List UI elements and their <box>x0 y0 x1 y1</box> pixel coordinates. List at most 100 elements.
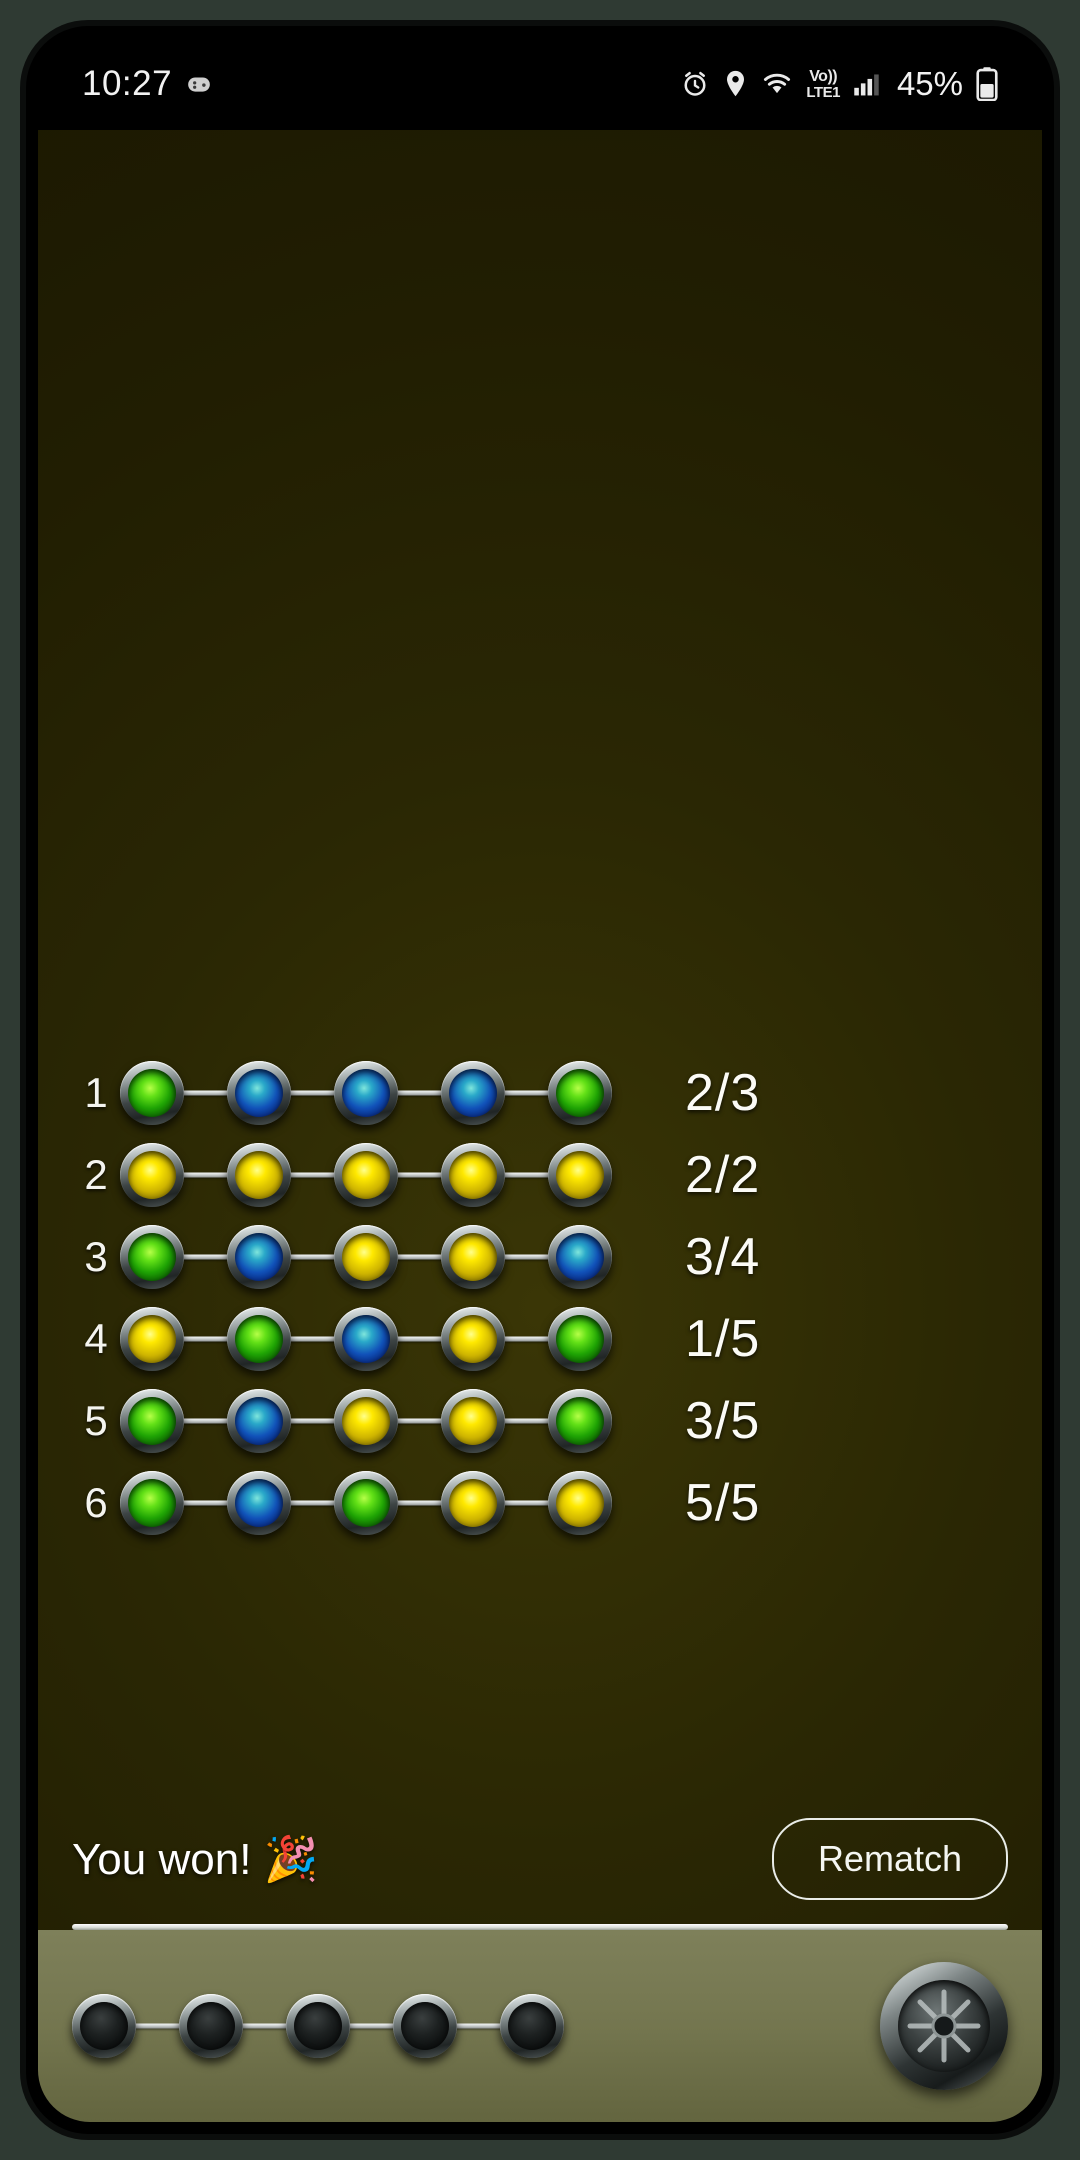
peg-slot <box>441 1462 565 1544</box>
row-pegs <box>120 1216 655 1298</box>
peg-slot <box>120 1052 244 1134</box>
row-pegs <box>120 1298 655 1380</box>
game-area: 1 2/3 2 2/2 3 3/4 4 1/5 5 3/5 6 5/5 You won! 🎉 Rema… <box>38 130 1042 2030</box>
peg-yellow <box>441 1389 505 1453</box>
peg-slot <box>334 1216 458 1298</box>
row-pegs <box>120 1380 655 1462</box>
volte-icon: Vo)) LTE1 <box>806 67 840 101</box>
peg-light <box>342 1151 390 1199</box>
tray-peg-slot[interactable] <box>72 1985 196 2067</box>
tray-peg-slot[interactable] <box>179 1985 303 2067</box>
guess-board: 1 2/3 2 2/2 3 3/4 4 1/5 5 3/5 6 5/5 <box>38 1052 1042 1544</box>
tray-peg-empty[interactable] <box>72 1994 136 2058</box>
current-guess-pegs[interactable] <box>72 1985 607 2067</box>
tray-peg-slot[interactable] <box>286 1985 410 2067</box>
board-row: 4 1/5 <box>72 1298 1008 1380</box>
peg-slot <box>334 1052 458 1134</box>
peg-light <box>508 2002 556 2050</box>
peg-yellow <box>120 1307 184 1371</box>
peg-slot <box>548 1134 655 1216</box>
board-row: 3 3/4 <box>72 1216 1008 1298</box>
board-row: 1 2/3 <box>72 1052 1008 1134</box>
peg-slot <box>227 1134 351 1216</box>
peg-light <box>235 1397 283 1445</box>
row-number: 1 <box>84 1069 108 1116</box>
peg-slot <box>548 1380 655 1462</box>
phone-frame: 10:27 Vo)) LTE1 45% 1 2/3 2 2/2 3 3/4 4 … <box>26 26 1054 2134</box>
peg-slot <box>548 1462 655 1544</box>
phone-screen: 10:27 Vo)) LTE1 45% 1 2/3 2 2/2 3 3/4 4 … <box>38 38 1042 2122</box>
peg-light <box>128 1315 176 1363</box>
peg-green <box>120 1225 184 1289</box>
peg-light <box>235 1315 283 1363</box>
tray-peg-empty[interactable] <box>179 1994 243 2058</box>
status-bar: 10:27 Vo)) LTE1 45% <box>38 38 1042 130</box>
peg-light <box>80 2002 128 2050</box>
peg-yellow <box>334 1143 398 1207</box>
peg-green <box>227 1307 291 1371</box>
peg-light <box>128 1479 176 1527</box>
peg-slot <box>120 1298 244 1380</box>
row-score: 5/5 <box>685 1474 761 1532</box>
knob-inner <box>898 1980 990 2072</box>
peg-green <box>548 1389 612 1453</box>
tray-peg-empty[interactable] <box>393 1994 457 2058</box>
peg-light <box>449 1233 497 1281</box>
peg-slot <box>548 1052 655 1134</box>
peg-slot <box>441 1380 565 1462</box>
result-message: You won! 🎉 <box>72 1835 319 1884</box>
tray-peg-slot[interactable] <box>393 1985 517 2067</box>
rematch-button[interactable]: Rematch <box>771 1818 1008 1900</box>
peg-slot <box>227 1298 351 1380</box>
peg-slot <box>441 1134 565 1216</box>
row-score: 2/3 <box>685 1064 761 1122</box>
peg-light <box>449 1397 497 1445</box>
peg-light <box>556 1397 604 1445</box>
battery-icon <box>976 67 998 101</box>
battery-percent-label: 45% <box>896 65 963 102</box>
peg-light <box>187 2002 235 2050</box>
peg-slot <box>227 1380 351 1462</box>
peg-slot <box>120 1134 244 1216</box>
peg-light <box>556 1151 604 1199</box>
game-controller-icon <box>186 71 212 97</box>
bottom-tray <box>38 1930 1042 2122</box>
location-pin-icon <box>723 69 748 99</box>
peg-light <box>235 1233 283 1281</box>
row-pegs <box>120 1134 655 1216</box>
board-row: 6 5/5 <box>72 1462 1008 1544</box>
row-pegs <box>120 1462 655 1544</box>
tray-peg-empty[interactable] <box>500 1994 564 2058</box>
peg-yellow <box>441 1307 505 1371</box>
result-bar: You won! 🎉 Rematch <box>38 1804 1042 1914</box>
row-score: 1/5 <box>685 1310 761 1368</box>
peg-blue <box>334 1061 398 1125</box>
peg-light <box>342 1397 390 1445</box>
peg-slot <box>334 1298 458 1380</box>
peg-slot <box>120 1380 244 1462</box>
peg-slot <box>334 1380 458 1462</box>
peg-yellow <box>548 1143 612 1207</box>
tray-peg-slot[interactable] <box>500 1985 607 2067</box>
wifi-icon <box>761 71 793 97</box>
peg-light <box>342 1069 390 1117</box>
peg-blue <box>227 1389 291 1453</box>
peg-light <box>449 1479 497 1527</box>
peg-blue <box>227 1061 291 1125</box>
board-row: 5 3/5 <box>72 1380 1008 1462</box>
peg-slot <box>334 1134 458 1216</box>
peg-green <box>334 1471 398 1535</box>
row-score: 2/2 <box>685 1146 761 1204</box>
peg-light <box>556 1069 604 1117</box>
peg-yellow <box>334 1389 398 1453</box>
peg-light <box>128 1233 176 1281</box>
tray-peg-empty[interactable] <box>286 1994 350 2058</box>
row-number: 5 <box>84 1397 108 1444</box>
submit-knob[interactable] <box>880 1962 1008 2090</box>
peg-light <box>342 1233 390 1281</box>
peg-yellow <box>441 1143 505 1207</box>
row-score: 3/4 <box>685 1228 761 1286</box>
row-score: 3/5 <box>685 1392 761 1450</box>
peg-light <box>556 1315 604 1363</box>
peg-slot <box>441 1298 565 1380</box>
